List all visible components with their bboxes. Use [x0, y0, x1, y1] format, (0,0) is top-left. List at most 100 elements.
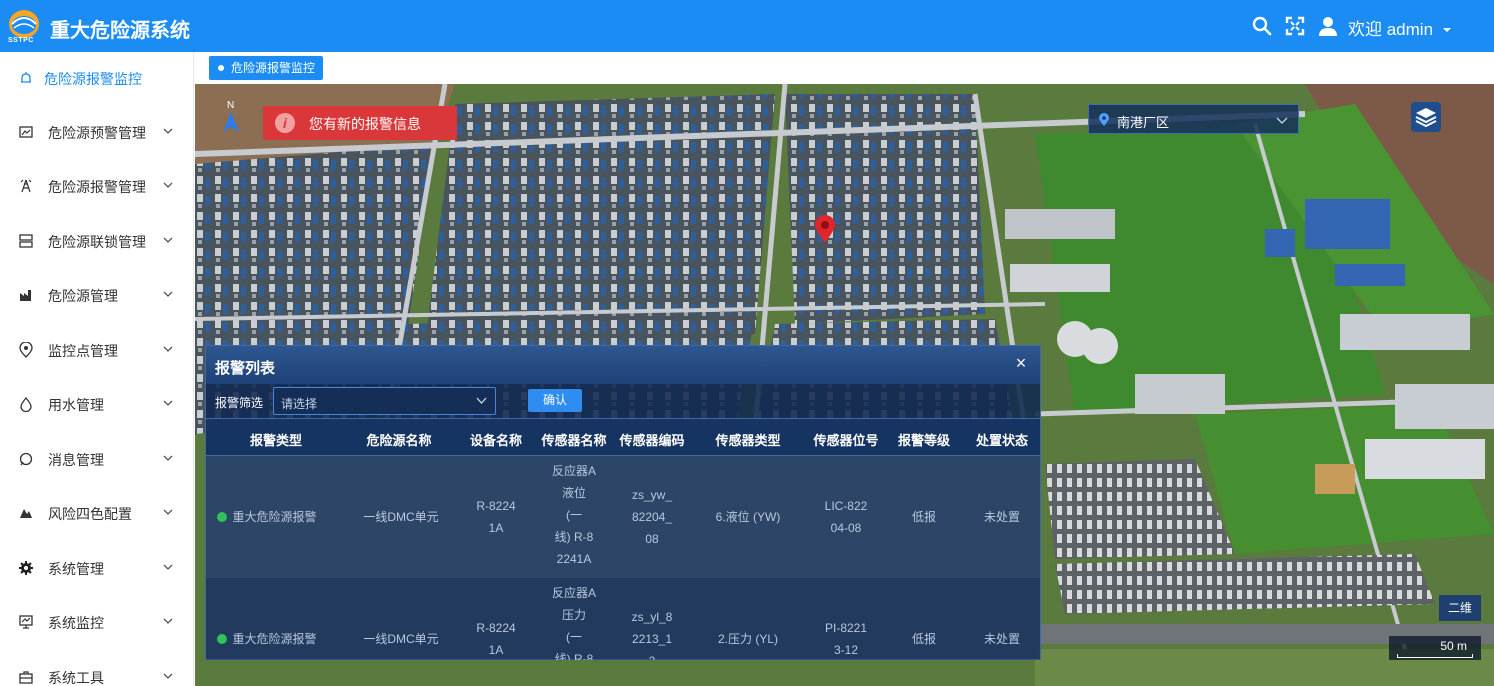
location-pin-icon: [1099, 113, 1109, 126]
column-header: 传感器类型: [715, 433, 781, 448]
alarm-filter-select[interactable]: 请选择: [273, 387, 496, 415]
water-drop-icon: [20, 396, 32, 412]
plant-area-select[interactable]: 南港厂区: [1088, 104, 1299, 134]
monitor-icon: [19, 615, 33, 629]
sidebar-item-warning-mgmt[interactable]: 危险源预警管理: [0, 112, 194, 152]
sensor-code-cell: zs_yl_8 2213_1 2: [631, 610, 673, 660]
layers-button[interactable]: [1411, 102, 1441, 132]
column-header: 报警类型: [250, 433, 303, 448]
sidebar-item-label: 危险源报警监控: [44, 71, 142, 87]
table-row[interactable]: 重大危险源报警 一线DMC单元 R-8224 1A 反应器A 压力 (一 线) …: [206, 578, 1040, 660]
alert-banner-text: 您有新的报警信息: [309, 116, 421, 132]
sidebar-item-label: 系统工具: [48, 670, 104, 686]
device-name-cell: R-8224 1A: [476, 499, 516, 535]
sidebar-item-risk-color[interactable]: 风险四色配置: [0, 493, 194, 533]
sidebar: 危险源报警监控 危险源预警管理 危险源报警管理 危险源联锁管理 危险源管理 监控…: [0, 52, 194, 686]
status-dot-icon: [217, 512, 228, 522]
sensor-name-cell: 反应器A 压力 (一 线) R-8: [551, 586, 596, 660]
confirm-button[interactable]: 确认: [528, 389, 582, 412]
sidebar-item-message-mgmt[interactable]: 消息管理: [0, 439, 194, 479]
sidebar-item-label: 系统管理: [48, 561, 104, 577]
location-icon: [19, 342, 33, 358]
caret-down-icon: [1442, 28, 1451, 32]
alarm-bell-icon: [21, 72, 31, 83]
sidebar-item-hazard-mgmt[interactable]: 危险源管理: [0, 275, 194, 315]
chevron-down-icon: [476, 397, 487, 404]
scale-bar: 50 m: [1389, 636, 1481, 660]
alarm-type-text: 重大危险源报警: [232, 632, 317, 646]
chevron-down-icon: [163, 400, 173, 406]
table-header: 报警类型 危险源名称 设备名称 传感器名称 传感器编码 传感器类型 传感器位号 …: [206, 418, 1040, 456]
column-header: 传感器位号: [813, 433, 879, 448]
sidebar-item-label: 危险源预警管理: [48, 125, 146, 141]
handling-status-cell: 未处置: [983, 632, 1020, 646]
view-mode-2d-button[interactable]: 二维: [1439, 595, 1481, 621]
hazard-name-cell: 一线DMC单元: [363, 510, 439, 524]
sidebar-item-alarm-monitor[interactable]: 危险源报警监控: [0, 58, 194, 98]
sidebar-item-monitor-point[interactable]: 监控点管理: [0, 330, 194, 370]
column-header: 报警等级: [897, 433, 950, 448]
welcome-text: 欢迎 admin: [1348, 20, 1434, 39]
image-icon: [19, 126, 33, 138]
sidebar-item-system-tools[interactable]: 系统工具: [0, 657, 194, 686]
sensor-name-cell: 反应器A 液位 (一 线) R-8 2241A: [551, 464, 596, 566]
server-icon: [19, 234, 33, 248]
chevron-down-icon: [163, 673, 173, 679]
search-icon[interactable]: [1251, 15, 1273, 37]
column-header: 处置状态: [975, 433, 1028, 448]
filter-label: 报警筛选: [215, 396, 264, 410]
sensor-tag-cell: LIC-822 04-08: [824, 499, 868, 535]
user-icon[interactable]: [1317, 15, 1339, 37]
table-row[interactable]: 重大危险源报警 一线DMC单元 R-8224 1A 反应器A 液位 (一 线) …: [206, 456, 1040, 578]
alarm-level-cell: 低报: [911, 632, 936, 646]
scale-line: [1397, 654, 1473, 658]
alarm-type-cell: 重大危险源报警: [212, 506, 322, 528]
chevron-down-icon: [163, 346, 173, 352]
alarm-marker-icon[interactable]: [815, 215, 835, 243]
sidebar-item-label: 系统监控: [48, 615, 104, 631]
sidebar-item-label: 危险源联锁管理: [48, 234, 146, 250]
close-icon[interactable]: ×: [1012, 354, 1030, 372]
device-name-cell: R-8224 1A: [476, 621, 516, 657]
sidebar-item-system-monitor[interactable]: 系统监控: [0, 602, 194, 642]
chevron-down-icon: [163, 182, 173, 188]
sidebar-item-system-mgmt[interactable]: 系统管理: [0, 548, 194, 588]
panel-title: 报警列表: [215, 360, 276, 377]
logo-text: SSTPC: [8, 37, 34, 44]
column-header: 危险源名称: [366, 433, 432, 448]
info-icon: i: [275, 113, 295, 133]
filter-placeholder: 请选择: [281, 397, 318, 411]
message-icon: [19, 452, 33, 466]
factory-icon: [20, 290, 31, 301]
fullscreen-icon[interactable]: [1284, 15, 1306, 37]
alarm-list-panel: 报警列表 × 报警筛选 请选择 确认 报警类型 危险源名称 设备名称 传感器名称…: [205, 345, 1041, 660]
column-header: 传感器名称: [541, 433, 607, 448]
user-menu[interactable]: 欢迎 admin: [1348, 15, 1452, 40]
chevron-down-icon: [163, 455, 173, 461]
app-title: 重大危险源系统: [50, 20, 190, 42]
plant-area-value: 南港厂区: [1117, 115, 1170, 130]
sensor-code-cell: zs_yw_ 82204_ 08: [631, 488, 673, 546]
alarm-type-cell: 重大危险源报警: [212, 628, 322, 650]
sidebar-item-alarm-mgmt[interactable]: 危险源报警管理: [0, 166, 194, 206]
tab-bar: 危险源报警监控: [195, 52, 1494, 84]
palette-icon: [20, 509, 32, 518]
new-alarm-banner[interactable]: i 您有新的报警信息: [263, 106, 457, 140]
top-header: SSTPC 重大危险源系统 欢迎 admin: [0, 0, 1494, 52]
tab-alarm-monitor[interactable]: 危险源报警监控: [209, 56, 324, 80]
hazard-name-cell: 一线DMC单元: [363, 632, 439, 646]
sidebar-item-label: 消息管理: [48, 452, 104, 468]
sidebar-item-label: 用水管理: [48, 397, 104, 413]
sidebar-item-water-mgmt[interactable]: 用水管理: [0, 384, 194, 424]
chevron-down-icon: [1276, 117, 1288, 124]
sidebar-item-label: 危险源报警管理: [48, 179, 146, 195]
column-header: 传感器编码: [619, 433, 685, 448]
sidebar-item-label: 风险四色配置: [48, 506, 132, 522]
layers-icon: [1415, 108, 1437, 128]
sidebar-item-interlock-mgmt[interactable]: 危险源联锁管理: [0, 221, 194, 261]
chevron-down-icon: [163, 291, 173, 297]
alarm-type-text: 重大危险源报警: [232, 510, 317, 524]
alarm-level-cell: 低报: [911, 510, 936, 524]
north-label: N: [227, 100, 235, 111]
north-arrow-icon: [223, 112, 239, 132]
